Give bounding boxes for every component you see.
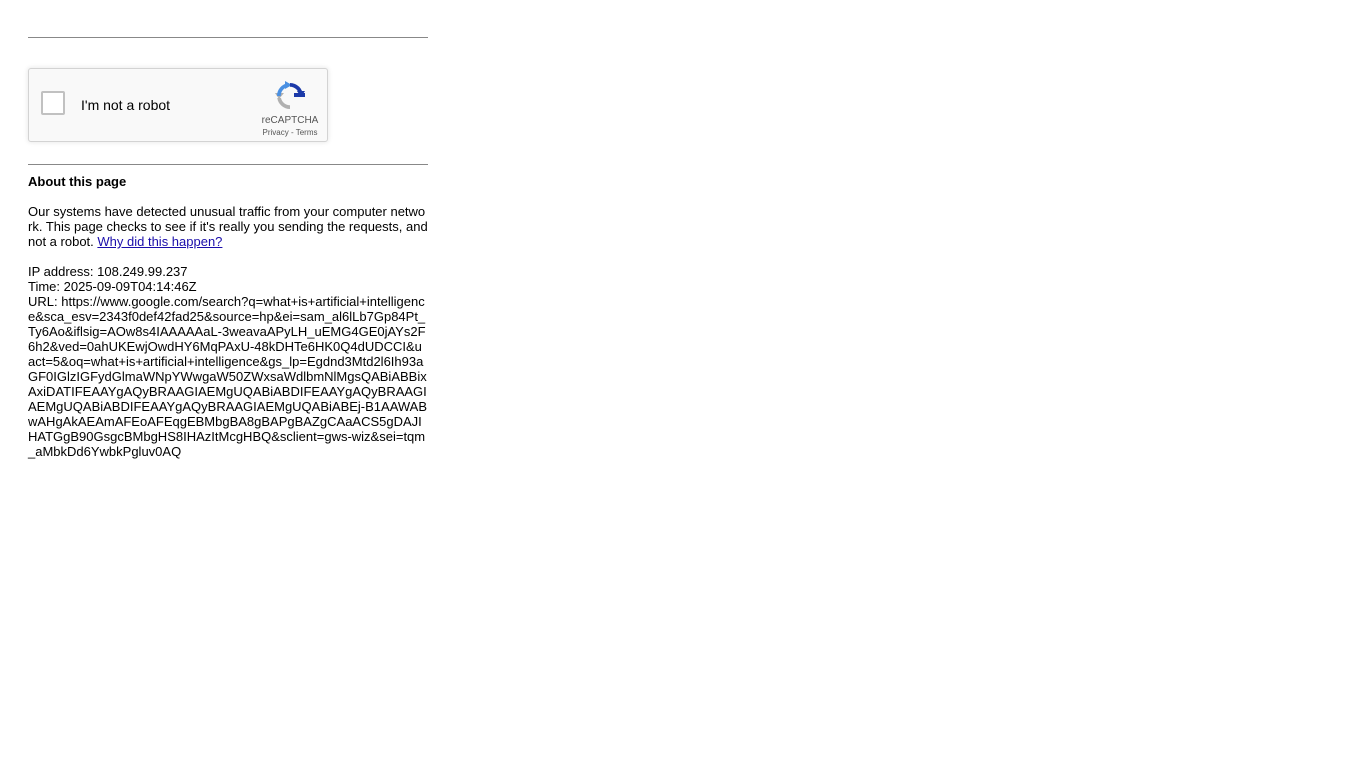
top-divider xyxy=(28,37,428,38)
not-a-robot-checkbox[interactable] xyxy=(41,91,65,115)
ip-address-line: IP address: 108.249.99.237 xyxy=(28,264,428,279)
middle-divider xyxy=(28,164,428,165)
recaptcha-logo-icon xyxy=(275,81,305,109)
about-description: Our systems have detected unusual traffi… xyxy=(28,204,428,249)
about-text: Our systems have detected unusual traffi… xyxy=(28,204,428,249)
request-info: IP address: 108.249.99.237 Time: 2025-09… xyxy=(28,264,428,459)
why-did-this-happen-link[interactable]: Why did this happen? xyxy=(97,234,222,249)
time-label: Time: xyxy=(28,279,64,294)
terms-link[interactable]: Terms xyxy=(296,128,318,137)
recaptcha-brand: reCAPTCHA xyxy=(261,115,319,126)
time-value: 2025-09-09T04:14:46Z xyxy=(63,279,197,294)
url-line: URL: https://www.google.com/search?q=wha… xyxy=(28,294,428,459)
recaptcha-checkbox-label[interactable]: I'm not a robot xyxy=(81,98,170,112)
time-line: Time: 2025-09-09T04:14:46Z xyxy=(28,279,428,294)
recaptcha-widget: I'm not a robot reCAPTCHA Privacy - Term… xyxy=(28,68,328,142)
url-value: https://www.google.com/search?q=what+is+… xyxy=(28,294,428,459)
privacy-link[interactable]: Privacy xyxy=(263,128,289,137)
links-separator: - xyxy=(288,128,296,137)
ip-value: 108.249.99.237 xyxy=(97,264,188,279)
about-title: About this page xyxy=(28,174,127,189)
url-label: URL: xyxy=(28,294,62,309)
recaptcha-links: Privacy - Terms xyxy=(247,128,333,138)
ip-label: IP address: xyxy=(28,264,98,279)
